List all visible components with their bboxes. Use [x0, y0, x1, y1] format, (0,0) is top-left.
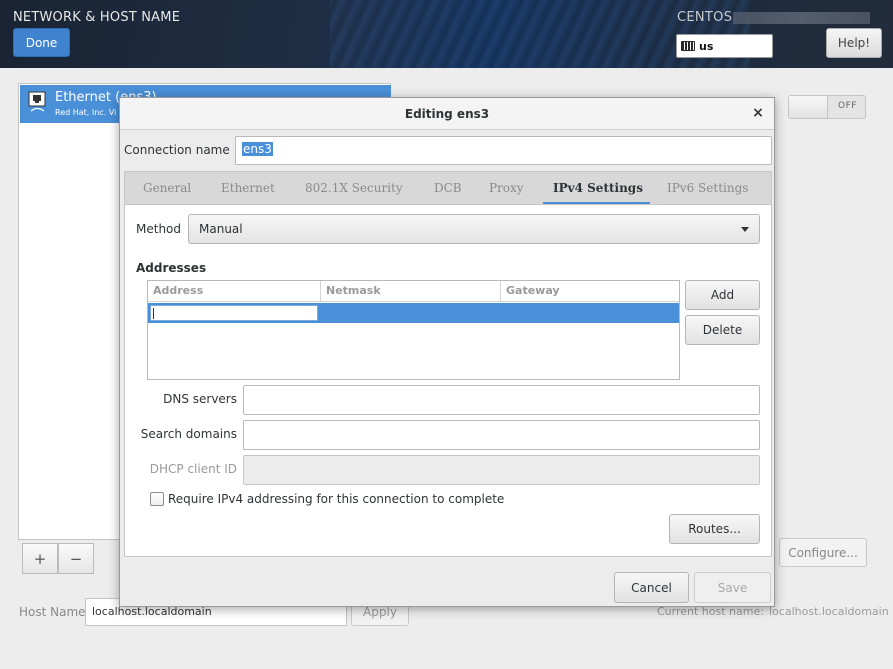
help-button[interactable]: Help! — [826, 28, 882, 58]
method-selected-value: Manual — [199, 222, 243, 236]
product-version-redacted — [733, 12, 870, 24]
ipv4-settings-panel: Method Manual Addresses Address Netmask … — [124, 204, 772, 557]
require-ipv4-label[interactable]: Require IPv4 addressing for this connect… — [168, 492, 504, 506]
addresses-table-header: Address Netmask Gateway — [148, 281, 679, 302]
done-button[interactable]: Done — [13, 28, 70, 57]
device-power-toggle[interactable]: OFF — [788, 95, 866, 119]
dhcp-client-id-input — [243, 455, 760, 485]
keyboard-icon — [681, 41, 695, 51]
column-header-gateway: Gateway — [506, 284, 560, 297]
search-domains-input[interactable] — [243, 420, 760, 450]
address-cell-editor[interactable] — [150, 305, 318, 321]
column-divider — [320, 281, 321, 302]
connection-name-label: Connection name — [124, 143, 230, 157]
remove-device-button[interactable]: − — [58, 543, 94, 574]
settings-tabs: General Ethernet 802.1X Security DCB Pro… — [124, 171, 772, 205]
column-divider — [500, 281, 501, 302]
routes-button[interactable]: Routes... — [669, 514, 760, 544]
product-name: CENTOS — [677, 10, 733, 25]
tab-ipv6-settings[interactable]: IPv6 Settings — [667, 181, 748, 195]
add-address-button[interactable]: Add — [685, 280, 760, 310]
device-vendor: Red Hat, Inc. Vi — [55, 108, 117, 117]
delete-address-button[interactable]: Delete — [685, 315, 760, 345]
hostname-label: Host Name: — [19, 605, 90, 619]
column-header-address: Address — [153, 284, 204, 297]
top-bar: NETWORK & HOST NAME Done CENTOS us Help! — [0, 0, 893, 68]
page-title: NETWORK & HOST NAME — [13, 10, 181, 25]
addresses-heading: Addresses — [136, 261, 207, 275]
dns-servers-label: DNS servers — [163, 392, 237, 406]
device-list-toolbar: + − — [19, 539, 97, 577]
chevron-down-icon — [741, 227, 749, 232]
toggle-state-label: OFF — [838, 101, 857, 111]
connection-name-input[interactable]: ens3 — [235, 136, 772, 165]
keyboard-layout-indicator[interactable]: us — [676, 34, 773, 58]
edit-connection-dialog: Editing ens3 × Connection name ens3 Gene… — [119, 97, 775, 607]
keyboard-layout-label: us — [699, 39, 714, 53]
dns-servers-input[interactable] — [243, 385, 760, 415]
addresses-table: Address Netmask Gateway — [147, 280, 680, 380]
search-domains-label: Search domains — [140, 427, 237, 441]
require-ipv4-checkbox[interactable] — [150, 492, 164, 506]
tab-dcb[interactable]: DCB — [434, 181, 462, 195]
configure-button[interactable]: Configure... — [779, 538, 867, 567]
tab-proxy[interactable]: Proxy — [489, 181, 524, 195]
tab-general[interactable]: General — [143, 181, 191, 195]
method-label: Method — [136, 222, 182, 236]
toggle-knob — [789, 96, 828, 118]
method-dropdown[interactable]: Manual — [188, 214, 760, 244]
tab-8021x-security[interactable]: 802.1X Security — [305, 181, 403, 195]
cancel-button[interactable]: Cancel — [614, 572, 689, 603]
dialog-title: Editing ens3 — [120, 98, 774, 130]
dhcp-client-id-label: DHCP client ID — [149, 462, 237, 476]
tab-ipv4-settings[interactable]: IPv4 Settings — [553, 181, 643, 195]
close-icon[interactable]: × — [750, 105, 766, 121]
text-caret — [153, 308, 154, 319]
tab-ethernet[interactable]: Ethernet — [221, 181, 275, 195]
ethernet-icon — [28, 91, 46, 112]
connection-name-value: ens3 — [242, 142, 273, 156]
add-device-button[interactable]: + — [22, 543, 58, 574]
table-row[interactable] — [148, 303, 679, 323]
current-hostname-value: localhost.localdomain — [769, 605, 889, 618]
column-header-netmask: Netmask — [326, 284, 381, 297]
save-button[interactable]: Save — [694, 572, 771, 603]
